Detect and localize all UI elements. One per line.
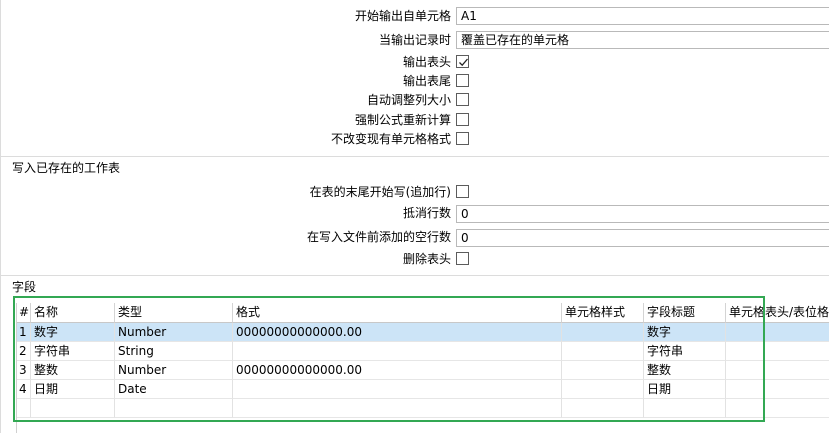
output-footer-label: 输出表尾 — [402, 74, 451, 88]
empty-rows-input[interactable]: 0 — [456, 229, 829, 247]
auto-size-label: 自动调整列大小 — [366, 93, 451, 107]
start-cell-label: 开始输出自单元格 — [354, 9, 451, 23]
when-output-label: 当输出记录时 — [378, 33, 451, 47]
highlight-box — [13, 296, 765, 422]
output-header-label: 输出表头 — [402, 55, 451, 69]
section-divider-2 — [0, 275, 829, 276]
offset-rows-input[interactable]: 0 — [456, 205, 829, 223]
keep-format-label: 不改变现有单元格格式 — [330, 132, 451, 146]
keep-format-checkbox[interactable] — [456, 132, 469, 145]
when-output-select[interactable]: 覆盖已存在的单元格 — [456, 31, 829, 49]
section-divider-1 — [0, 156, 829, 157]
empty-rows-label: 在写入文件前添加的空行数 — [306, 230, 451, 244]
omit-header-label: 删除表头 — [402, 252, 451, 266]
force-recalc-checkbox[interactable] — [456, 113, 469, 126]
offset-rows-label: 抵消行数 — [402, 206, 451, 220]
force-recalc-label: 强制公式重新计算 — [354, 113, 451, 127]
append-checkbox[interactable] — [456, 185, 469, 198]
write-existing-section-title: 写入已存在的工作表 — [12, 161, 121, 175]
append-label: 在表的末尾开始写(追加行) — [309, 185, 451, 199]
output-footer-checkbox[interactable] — [456, 74, 469, 87]
output-header-checkbox[interactable] — [456, 55, 469, 68]
left-border — [0, 0, 1, 433]
omit-header-checkbox[interactable] — [456, 252, 469, 265]
auto-size-checkbox[interactable] — [456, 93, 469, 106]
start-cell-input[interactable]: A1 — [456, 7, 829, 25]
fields-section-title: 字段 — [12, 280, 37, 294]
checkmark-icon — [459, 58, 468, 67]
